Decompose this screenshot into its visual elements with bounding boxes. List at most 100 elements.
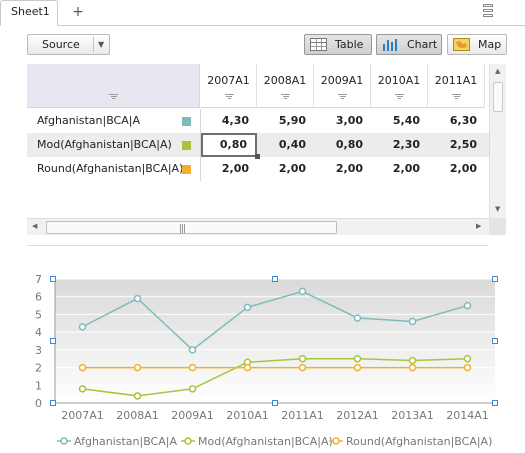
scrollbar-thumb[interactable]: |||: [46, 221, 337, 234]
row-header-label[interactable]: Round(Afghanistan|BCA|A): [37, 157, 183, 181]
data-point[interactable]: [133, 363, 142, 372]
source-dropdown-button[interactable]: Source ▼: [27, 34, 110, 55]
table-icon: [310, 38, 327, 51]
data-point[interactable]: [353, 354, 362, 363]
data-point[interactable]: [243, 363, 252, 372]
data-point[interactable]: [133, 294, 142, 303]
resize-handle[interactable]: [50, 400, 56, 406]
data-point[interactable]: [188, 363, 197, 372]
table-cell[interactable]: 0,40: [257, 133, 314, 157]
data-point[interactable]: [463, 363, 472, 372]
series-color-swatch: [182, 117, 191, 126]
table-cell[interactable]: 5,40: [371, 109, 428, 133]
resize-handle[interactable]: [492, 276, 498, 282]
data-point[interactable]: [78, 385, 87, 393]
y-tick-label: 3: [35, 344, 42, 357]
column-header[interactable]: 2010A1: [371, 64, 428, 108]
legend-label: Afghanistan|BCA|A: [74, 435, 177, 448]
column-header[interactable]: 2007A1: [201, 64, 257, 108]
legend-item[interactable]: Mod(Afghanistan|BCA|A): [181, 435, 333, 449]
legend-marker-icon: [181, 437, 195, 445]
filter-icon[interactable]: [109, 94, 118, 100]
filter-icon[interactable]: [452, 94, 461, 100]
table-cell[interactable]: 2,00: [371, 157, 428, 181]
data-point[interactable]: [78, 363, 87, 372]
data-point[interactable]: [463, 301, 472, 310]
data-point[interactable]: [408, 363, 417, 372]
table-row: Mod(Afghanistan|BCA|A) 0,80 0,40 0,80 2,…: [27, 133, 489, 159]
scrollbar-thumb[interactable]: [493, 82, 503, 112]
table-cell[interactable]: 2,50: [428, 133, 485, 157]
map-icon: [453, 38, 470, 51]
data-point[interactable]: [408, 356, 417, 365]
legend-item[interactable]: Round(Afghanistan|BCA|A): [329, 435, 492, 449]
y-tick-label: 1: [35, 379, 42, 392]
filter-icon[interactable]: [395, 94, 404, 100]
tab-sheet1[interactable]: Sheet1: [0, 0, 58, 26]
resize-handle[interactable]: [272, 276, 278, 282]
source-label: Source: [42, 38, 80, 51]
data-point[interactable]: [353, 363, 362, 372]
column-header[interactable]: 2008A1: [257, 64, 314, 108]
data-point[interactable]: [78, 323, 87, 331]
vertical-scrollbar[interactable]: ▲ ▼: [489, 64, 506, 218]
horizontal-scrollbar[interactable]: ◀ ||| ▶: [27, 218, 489, 235]
resize-handle[interactable]: [492, 338, 498, 344]
data-point[interactable]: [298, 354, 307, 363]
row-header-label[interactable]: Afghanistan|BCA|A: [37, 109, 140, 133]
row-header-label[interactable]: Mod(Afghanistan|BCA|A): [37, 133, 172, 157]
scroll-down-icon[interactable]: ▼: [495, 205, 500, 213]
menu-icon[interactable]: [477, 2, 499, 22]
table-cell[interactable]: 2,00: [201, 157, 257, 181]
table-cell[interactable]: 6,30: [428, 109, 485, 133]
table-cell[interactable]: 4,30: [201, 109, 257, 133]
scroll-up-icon[interactable]: ▲: [495, 67, 500, 75]
table-cell[interactable]: 2,30: [371, 133, 428, 157]
table-view-label: Table: [335, 38, 364, 51]
data-point[interactable]: [298, 363, 307, 372]
data-point[interactable]: [243, 303, 252, 312]
data-point[interactable]: [133, 392, 142, 400]
pane-divider[interactable]: [27, 245, 488, 246]
table-cell[interactable]: 3,00: [314, 109, 371, 133]
y-tick-label: 5: [35, 308, 42, 321]
resize-handle[interactable]: [50, 276, 56, 282]
column-header[interactable]: 2011A1: [428, 64, 485, 108]
legend-item[interactable]: Afghanistan|BCA|A: [57, 435, 182, 449]
y-tick-label: 4: [35, 326, 42, 339]
resize-handle[interactable]: [272, 400, 278, 406]
y-tick-label: 6: [35, 291, 42, 304]
x-tick-label: 2007A1: [61, 409, 104, 422]
data-point[interactable]: [408, 317, 417, 326]
table-row: Round(Afghanistan|BCA|A) 2,00 2,00 2,00 …: [27, 157, 489, 181]
data-point[interactable]: [188, 346, 197, 354]
filter-icon[interactable]: [224, 94, 234, 100]
scroll-left-icon[interactable]: ◀: [32, 222, 37, 230]
grip-icon: |||: [179, 224, 186, 234]
table-view-button[interactable]: Table: [304, 34, 372, 55]
add-sheet-button[interactable]: +: [70, 3, 86, 21]
table-cell[interactable]: 5,90: [257, 109, 314, 133]
y-tick-label: 2: [35, 362, 42, 375]
data-point[interactable]: [353, 314, 362, 322]
resize-handle[interactable]: [50, 338, 56, 344]
scroll-right-icon[interactable]: ▶: [476, 222, 481, 230]
selected-table-cell[interactable]: 0,80: [201, 133, 257, 157]
data-point[interactable]: [463, 354, 472, 363]
line-chart[interactable]: 0 1 2 3 4 5 6 7 2007A1 2008A1 2009A1 2010A1 2011A1 2…: [0, 270, 525, 430]
table-cell[interactable]: 2,00: [314, 157, 371, 181]
plot-area: [55, 279, 495, 403]
filter-icon[interactable]: [281, 94, 290, 100]
legend-label: Mod(Afghanistan|BCA|A): [198, 435, 333, 448]
chart-view-button[interactable]: Chart: [376, 34, 442, 55]
resize-handle[interactable]: [492, 400, 498, 406]
table-cell[interactable]: 2,00: [257, 157, 314, 181]
filter-icon[interactable]: [338, 94, 347, 100]
table-cell[interactable]: 2,00: [428, 157, 485, 181]
workbook: Sheet1 + Source ▼ Table Chart Map 2007A1…: [0, 0, 525, 453]
data-point[interactable]: [298, 287, 307, 296]
table-cell[interactable]: 0,80: [314, 133, 371, 157]
column-header[interactable]: 2009A1: [314, 64, 371, 108]
data-point[interactable]: [188, 385, 197, 393]
map-view-button[interactable]: Map: [447, 34, 507, 55]
